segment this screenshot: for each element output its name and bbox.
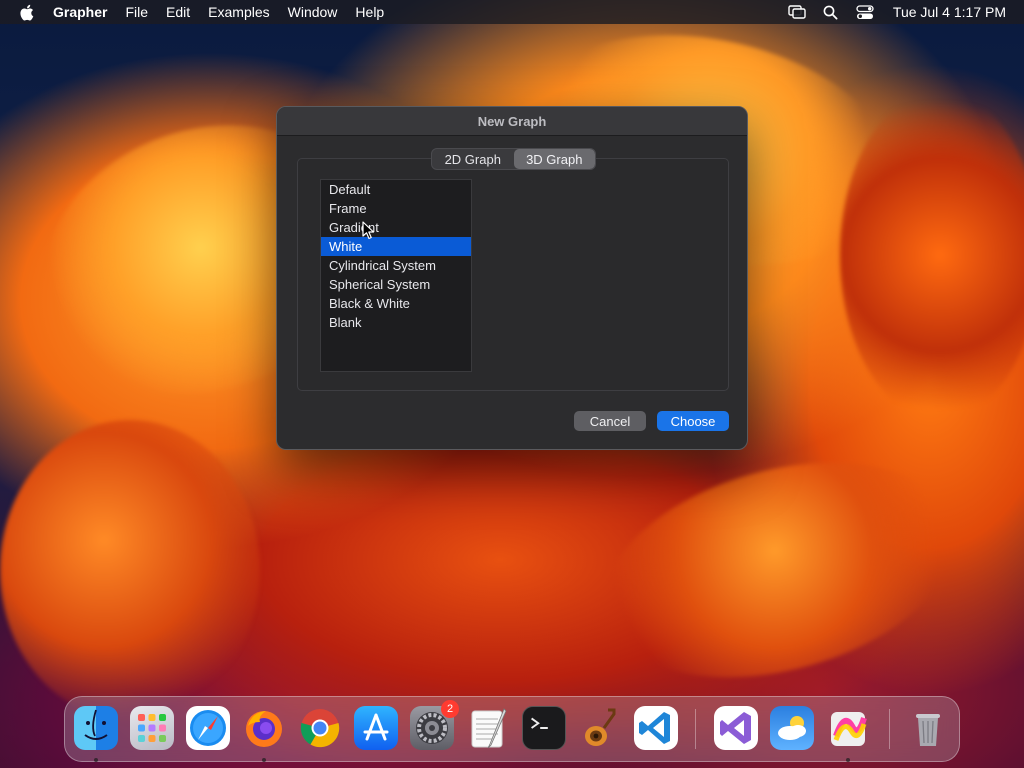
template-item-cylindrical-system[interactable]: Cylindrical System (321, 256, 471, 275)
template-item-blank[interactable]: Blank (321, 313, 471, 332)
dock-launchpad-icon[interactable] (130, 706, 174, 750)
dock-grapher-icon[interactable] (826, 706, 870, 750)
dock-running-indicator (846, 758, 850, 762)
new-graph-dialog: New Graph 2D Graph 3D Graph Default Fram… (276, 106, 748, 450)
system-settings-badge: 2 (441, 700, 459, 718)
menu-window[interactable]: Window (288, 4, 338, 20)
dock-running-indicator (94, 758, 98, 762)
graph-type-segmented-control: 2D Graph 3D Graph (431, 148, 596, 170)
dock-finder-icon[interactable] (74, 706, 118, 750)
template-item-black-and-white[interactable]: Black & White (321, 294, 471, 313)
template-item-white[interactable]: White (321, 237, 471, 256)
template-item-gradient[interactable]: Gradient (321, 218, 471, 237)
dock-firefox-icon[interactable] (242, 706, 286, 750)
dock-separator (695, 709, 696, 749)
menu-examples[interactable]: Examples (208, 4, 269, 20)
dock-separator (889, 709, 890, 749)
menu-app-grapher[interactable]: Grapher (53, 4, 107, 20)
choose-button[interactable]: Choose (657, 411, 729, 431)
cancel-button[interactable]: Cancel (574, 411, 646, 431)
dock-running-indicator (262, 758, 266, 762)
mouse-pointer-icon (362, 221, 375, 240)
dock: 2 (64, 696, 960, 762)
template-list[interactable]: Default Frame Gradient White Cylindrical… (320, 179, 472, 372)
screen-mirroring-icon[interactable] (787, 2, 807, 22)
template-item-frame[interactable]: Frame (321, 199, 471, 218)
dock-safari-icon[interactable] (186, 706, 230, 750)
dock-weather-icon[interactable] (770, 706, 814, 750)
tab-3d-graph[interactable]: 3D Graph (513, 149, 595, 169)
dock-terminal-icon[interactable] (522, 706, 566, 750)
dock-trash-icon[interactable] (906, 706, 950, 750)
dock-app-store-icon[interactable] (354, 706, 398, 750)
apple-menu-icon[interactable] (16, 2, 36, 22)
menu-file[interactable]: File (125, 4, 148, 20)
menu-help[interactable]: Help (355, 4, 384, 20)
control-center-icon[interactable] (855, 2, 875, 22)
tab-2d-graph[interactable]: 2D Graph (432, 149, 514, 169)
dock-chrome-icon[interactable] (298, 706, 342, 750)
menu-edit[interactable]: Edit (166, 4, 190, 20)
menu-bar-clock[interactable]: Tue Jul 4 1:17 PM (893, 4, 1006, 20)
dock-vscode-icon[interactable] (634, 706, 678, 750)
dock-visual-studio-icon[interactable] (714, 706, 758, 750)
menu-bar: Grapher File Edit Examples Window Help T… (0, 0, 1024, 24)
spotlight-search-icon[interactable] (821, 2, 841, 22)
template-item-default[interactable]: Default (321, 180, 471, 199)
dock-garageband-icon[interactable] (578, 706, 622, 750)
dock-textedit-icon[interactable] (466, 706, 510, 750)
template-item-spherical-system[interactable]: Spherical System (321, 275, 471, 294)
dialog-title: New Graph (277, 107, 747, 136)
